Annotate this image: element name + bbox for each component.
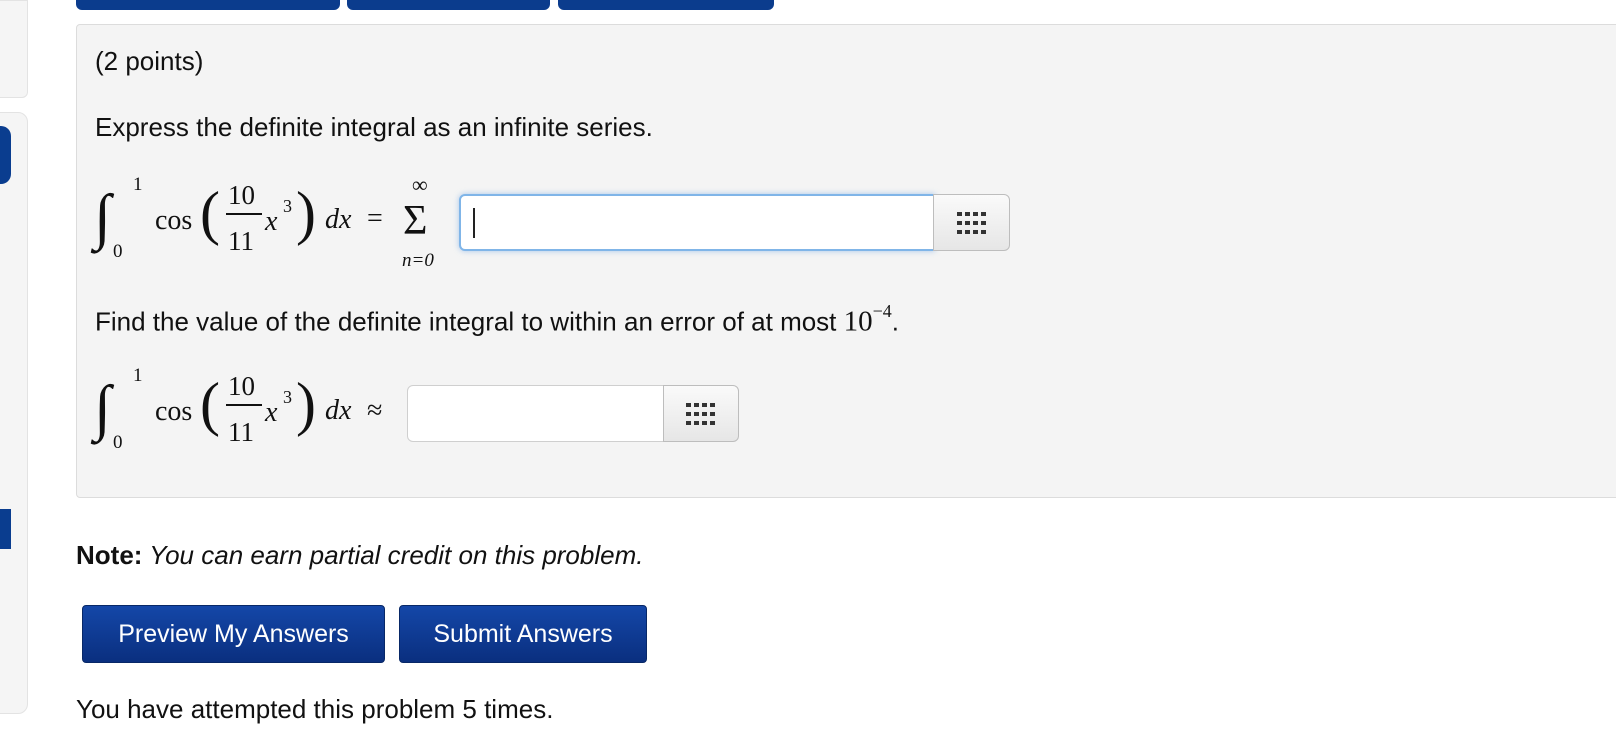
submit-answers-button[interactable]: Submit Answers (399, 605, 647, 663)
instruction-series: Express the definite integral as an infi… (95, 112, 653, 142)
grid-icon (686, 402, 715, 425)
attempts-status: You have attempted this problem 5 times. (76, 694, 554, 724)
note-text: You can earn partial credit on this prob… (142, 540, 644, 570)
text-caret (473, 208, 475, 238)
top-nav-button[interactable] (558, 0, 774, 10)
points-label: (2 points) (95, 46, 204, 76)
sidebar-tab[interactable] (0, 126, 11, 184)
grid-icon (956, 211, 986, 234)
sidebar-top-panel (0, 0, 28, 98)
math-palette-button[interactable] (663, 385, 739, 442)
top-nav-button[interactable] (76, 0, 340, 10)
top-nav-button[interactable] (347, 0, 550, 10)
sidebar-tab[interactable] (0, 509, 11, 549)
note-label: Note: (76, 540, 143, 570)
math-palette-button[interactable] (933, 194, 1010, 251)
preview-answers-button[interactable]: Preview My Answers (82, 605, 385, 663)
instruction-error: Find the value of the definite integral … (95, 301, 900, 338)
integral-value-input[interactable] (407, 385, 665, 442)
partial-credit-note: Note: You can earn partial credit on thi… (76, 540, 643, 571)
series-answer-input[interactable] (459, 194, 935, 251)
sidebar-panel (0, 112, 28, 714)
